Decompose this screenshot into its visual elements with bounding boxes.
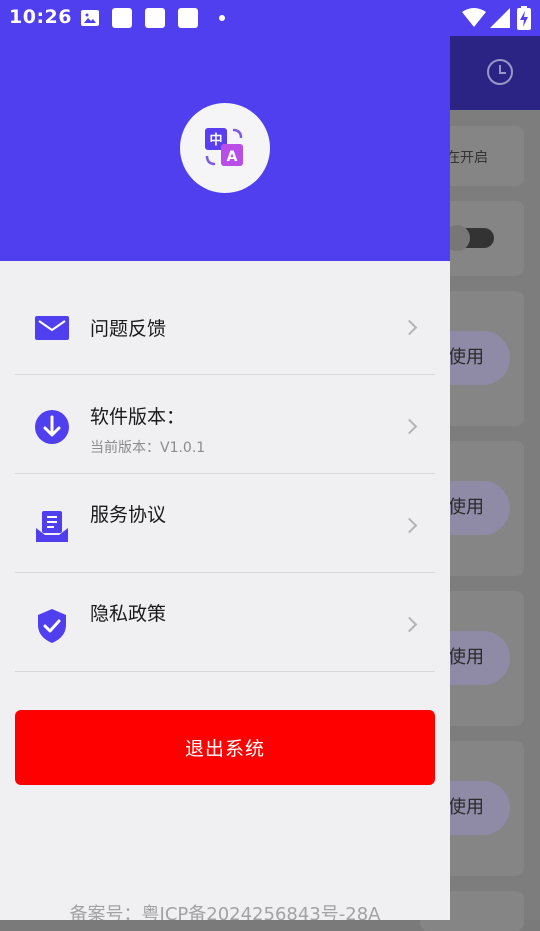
status-time: 10:26 — [9, 6, 72, 28]
chevron-right-icon — [401, 418, 418, 435]
navigation-drawer: 中 A 问题反馈 软件版本： 当前版本：V1.0.1 服务协议 隐私政策 退出系… — [0, 36, 450, 920]
menu-item-title: 问题反馈 — [90, 318, 167, 340]
download-icon — [35, 410, 69, 444]
svg-text:A: A — [227, 149, 238, 165]
drawer-header: 中 A — [0, 36, 450, 261]
background-toggle[interactable] — [444, 225, 494, 251]
icp-record-text: 备案号：粤ICP备2024256843号-28A — [69, 904, 381, 920]
background-card-text: 在开启 — [446, 150, 488, 166]
notification-icon — [178, 8, 198, 28]
signal-icon — [490, 8, 510, 28]
menu-item-version[interactable]: 软件版本： 当前版本：V1.0.1 — [15, 375, 435, 474]
translate-icon: 中 A — [205, 128, 243, 166]
menu-item-feedback[interactable]: 问题反馈 — [15, 276, 435, 375]
battery-charging-icon — [517, 6, 531, 30]
shield-check-icon — [38, 609, 66, 643]
menu-item-privacy-policy[interactable]: 隐私政策 — [15, 573, 435, 672]
menu-item-title: 隐私政策 — [90, 603, 167, 625]
wifi-icon — [462, 8, 486, 27]
chevron-right-icon — [401, 319, 418, 336]
mail-icon — [35, 316, 69, 340]
more-notifications-dot — [219, 15, 225, 21]
menu-item-title: 服务协议 — [90, 504, 167, 526]
status-bar: 10:26 — [0, 0, 540, 36]
image-notification-icon — [81, 10, 99, 26]
menu-item-title: 软件版本： — [90, 406, 186, 428]
chevron-right-icon — [401, 517, 418, 534]
menu-item-subtitle: 当前版本：V1.0.1 — [90, 440, 206, 456]
chevron-right-icon — [401, 616, 418, 633]
app-logo: 中 A — [180, 103, 270, 193]
document-tray-icon — [36, 511, 68, 542]
logout-button[interactable]: 退出系统 — [15, 710, 435, 785]
history-clock-icon[interactable] — [487, 59, 513, 85]
menu-item-service-agreement[interactable]: 服务协议 — [15, 474, 435, 573]
notification-icon — [145, 8, 165, 28]
svg-text:中: 中 — [209, 132, 222, 148]
notification-icon — [112, 8, 132, 28]
